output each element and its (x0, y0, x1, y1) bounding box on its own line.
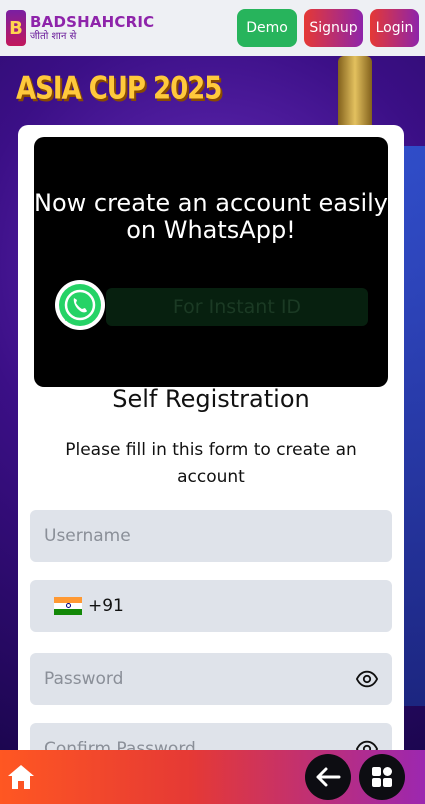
banner-title: ASIA CUP 2025 (16, 71, 222, 107)
logo-tagline: जीतो शान से (30, 30, 77, 42)
logo-name: BADSHAHCRIC (30, 12, 155, 31)
whatsapp-popup-title: Now create an account easily on WhatsApp… (34, 189, 389, 244)
home-icon[interactable] (6, 763, 36, 791)
whatsapp-icon[interactable] (54, 279, 106, 331)
site-logo[interactable]: B BADSHAHCRIC जीतो शान से (6, 10, 154, 46)
bottom-nav (0, 750, 425, 804)
phone-code: +91 (88, 596, 124, 616)
phone-field[interactable]: +91 (30, 580, 392, 632)
login-button[interactable]: Login (370, 9, 419, 47)
form-title: Self Registration (112, 385, 310, 413)
username-placeholder: Username (44, 526, 131, 546)
whatsapp-popup[interactable]: Now create an account easily on WhatsApp… (34, 137, 388, 387)
india-flag-icon[interactable] (54, 596, 82, 616)
apps-button[interactable] (359, 754, 405, 800)
back-button[interactable] (305, 754, 351, 800)
instant-id-button[interactable]: For Instant ID (106, 288, 368, 326)
arrow-left-icon (316, 767, 341, 787)
password-placeholder: Password (44, 669, 124, 689)
top-header: B BADSHAHCRIC जीतो शान से Demo Signup Lo… (0, 0, 425, 56)
demo-button[interactable]: Demo (237, 9, 297, 47)
apps-icon (372, 767, 392, 787)
password-field[interactable]: Password (30, 653, 392, 705)
username-field[interactable]: Username (30, 510, 392, 562)
form-subtitle: Please fill in this form to create an ac… (65, 440, 357, 487)
signup-button[interactable]: Signup (304, 9, 363, 47)
logo-mark: B (6, 10, 26, 46)
show-password-icon[interactable] (356, 668, 378, 690)
header-actions: Demo Signup Login (237, 9, 419, 47)
